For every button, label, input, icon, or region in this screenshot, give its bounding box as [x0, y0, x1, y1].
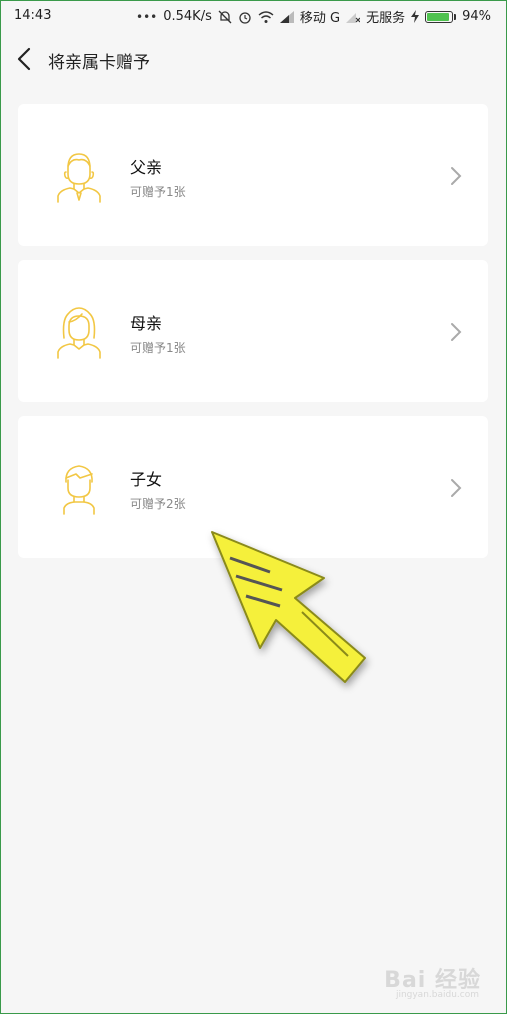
relative-name: 父亲: [130, 158, 163, 177]
page-title: 将亲属卡赠予: [48, 53, 150, 73]
father-avatar-icon: [57, 153, 101, 203]
battery-fill: [427, 12, 449, 21]
chevron-right-icon: [451, 323, 462, 341]
battery-icon: [425, 10, 457, 23]
signal-icon: [279, 10, 294, 23]
carrier-label: 移动 G: [299, 11, 341, 26]
relative-card-child[interactable]: 子女 可赠予2张: [18, 416, 488, 558]
status-right: ••• 0.54K/s 移动 G 无服务 94%: [136, 7, 491, 26]
status-time: 14:43: [14, 8, 52, 23]
wifi-icon: [258, 10, 274, 23]
mother-avatar-icon: [57, 307, 101, 359]
child-avatar-icon: [63, 465, 95, 515]
top-bar: 将亲属卡赠予: [0, 36, 507, 82]
gift-quota: 可赠予1张: [130, 341, 186, 355]
chevron-right-icon: [451, 479, 462, 497]
no-service-label: 无服务: [366, 11, 406, 26]
status-bar: 14:43 ••• 0.54K/s 移动 G 无服务 94%: [0, 0, 507, 32]
gift-quota: 可赠予1张: [130, 185, 186, 199]
relative-card-father[interactable]: 父亲 可赠予1张: [18, 104, 488, 246]
relative-name: 母亲: [130, 314, 163, 333]
signal-x-icon: [346, 12, 361, 23]
watermark-url: jingyan.baidu.com: [395, 990, 479, 1000]
relative-card-mother[interactable]: 母亲 可赠予1张: [18, 260, 488, 402]
gift-quota: 可赠予2张: [130, 497, 186, 511]
more-dots-icon: •••: [136, 9, 158, 24]
alarm-icon: [239, 11, 251, 24]
chevron-right-icon: [451, 167, 462, 185]
network-speed: 0.54K/s: [163, 9, 212, 24]
mute-bell-icon: [218, 10, 232, 23]
charging-icon: [411, 10, 420, 23]
back-arrow-icon[interactable]: [14, 46, 36, 72]
relative-name: 子女: [130, 470, 163, 489]
battery-percent: 94%: [462, 9, 491, 24]
